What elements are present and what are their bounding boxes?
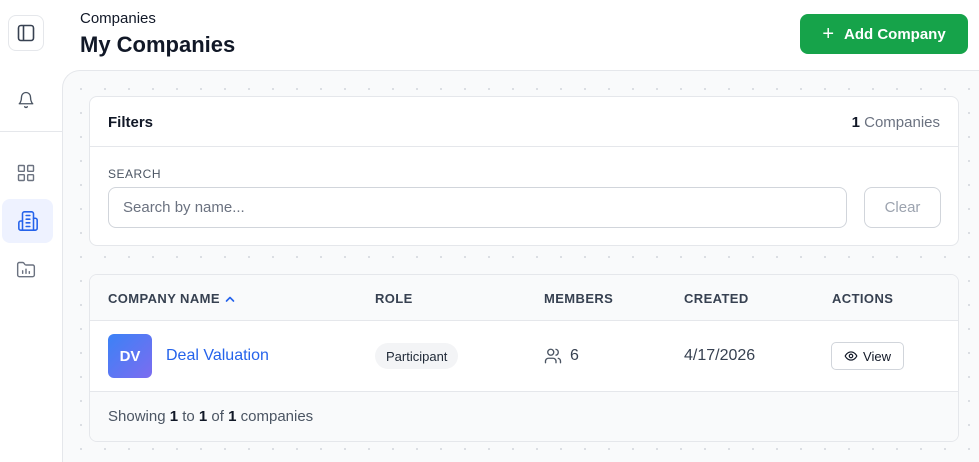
bell-icon xyxy=(18,91,34,109)
company-avatar: DV xyxy=(108,334,152,378)
sidebar xyxy=(0,0,62,462)
view-button[interactable]: View xyxy=(831,342,904,370)
eye-icon xyxy=(844,351,858,361)
column-role: ROLE xyxy=(375,291,413,306)
summary-prefix: Showing xyxy=(108,408,170,425)
sidebar-item-notifications[interactable] xyxy=(8,82,44,118)
table-row: DV Deal Valuation Participant 6 4/17/202… xyxy=(90,321,958,392)
table-footer: Showing 1 to 1 of 1 companies xyxy=(90,392,958,441)
sidebar-item-dashboard[interactable] xyxy=(8,155,44,191)
created-date: 4/17/2026 xyxy=(684,347,756,364)
column-company-name[interactable]: COMPANY NAME xyxy=(108,291,236,306)
filters-title: Filters xyxy=(108,114,154,131)
sidebar-item-folders[interactable] xyxy=(8,252,44,288)
filters-header: Filters 1 Companies xyxy=(90,97,958,147)
sidebar-item-companies[interactable] xyxy=(2,199,53,243)
column-members: MEMBERS xyxy=(544,291,614,306)
clear-button[interactable]: Clear xyxy=(864,187,941,228)
members-count: 6 xyxy=(544,347,579,365)
sort-ascending-icon xyxy=(225,296,235,302)
members-value: 6 xyxy=(570,347,579,364)
companies-table: COMPANY NAME ROLE MEMBERS CREATED ACTION… xyxy=(89,274,959,442)
column-company-name-label: COMPANY NAME xyxy=(108,291,220,306)
sidebar-divider xyxy=(0,131,62,132)
breadcrumb[interactable]: Companies xyxy=(80,10,156,27)
sidebar-toggle-icon xyxy=(17,24,35,42)
sidebar-toggle-button[interactable] xyxy=(8,15,44,51)
plus-icon: + xyxy=(822,23,834,45)
summary-to: 1 xyxy=(198,408,208,425)
summary-suffix: companies xyxy=(236,408,314,425)
building-icon xyxy=(17,211,38,231)
users-icon xyxy=(544,348,562,364)
table-header: COMPANY NAME ROLE MEMBERS CREATED ACTION… xyxy=(90,275,958,321)
filters-card: Filters 1 Companies SEARCH Clear xyxy=(89,96,959,246)
page-title: My Companies xyxy=(80,32,236,57)
column-actions: ACTIONS xyxy=(832,291,894,306)
folder-chart-icon xyxy=(16,261,36,278)
view-button-label: View xyxy=(863,348,891,364)
summary-to-word: to xyxy=(178,408,199,425)
add-company-label: Add Company xyxy=(844,25,946,43)
search-label: SEARCH xyxy=(108,167,162,181)
companies-count: 1 Companies xyxy=(852,114,940,131)
summary-from: 1 xyxy=(169,408,179,425)
role-badge: Participant xyxy=(375,343,459,369)
pagination-summary: Showing 1 to 1 of 1 companies xyxy=(108,408,313,425)
summary-of-word: of xyxy=(207,408,229,425)
companies-count-number: 1 xyxy=(851,114,860,131)
company-name-link[interactable]: Deal Valuation xyxy=(166,347,269,365)
column-created: CREATED xyxy=(684,291,749,306)
grid-icon xyxy=(17,164,35,182)
add-company-button[interactable]: + Add Company xyxy=(800,14,968,54)
companies-count-label: Companies xyxy=(859,114,940,131)
search-input[interactable] xyxy=(108,187,847,228)
